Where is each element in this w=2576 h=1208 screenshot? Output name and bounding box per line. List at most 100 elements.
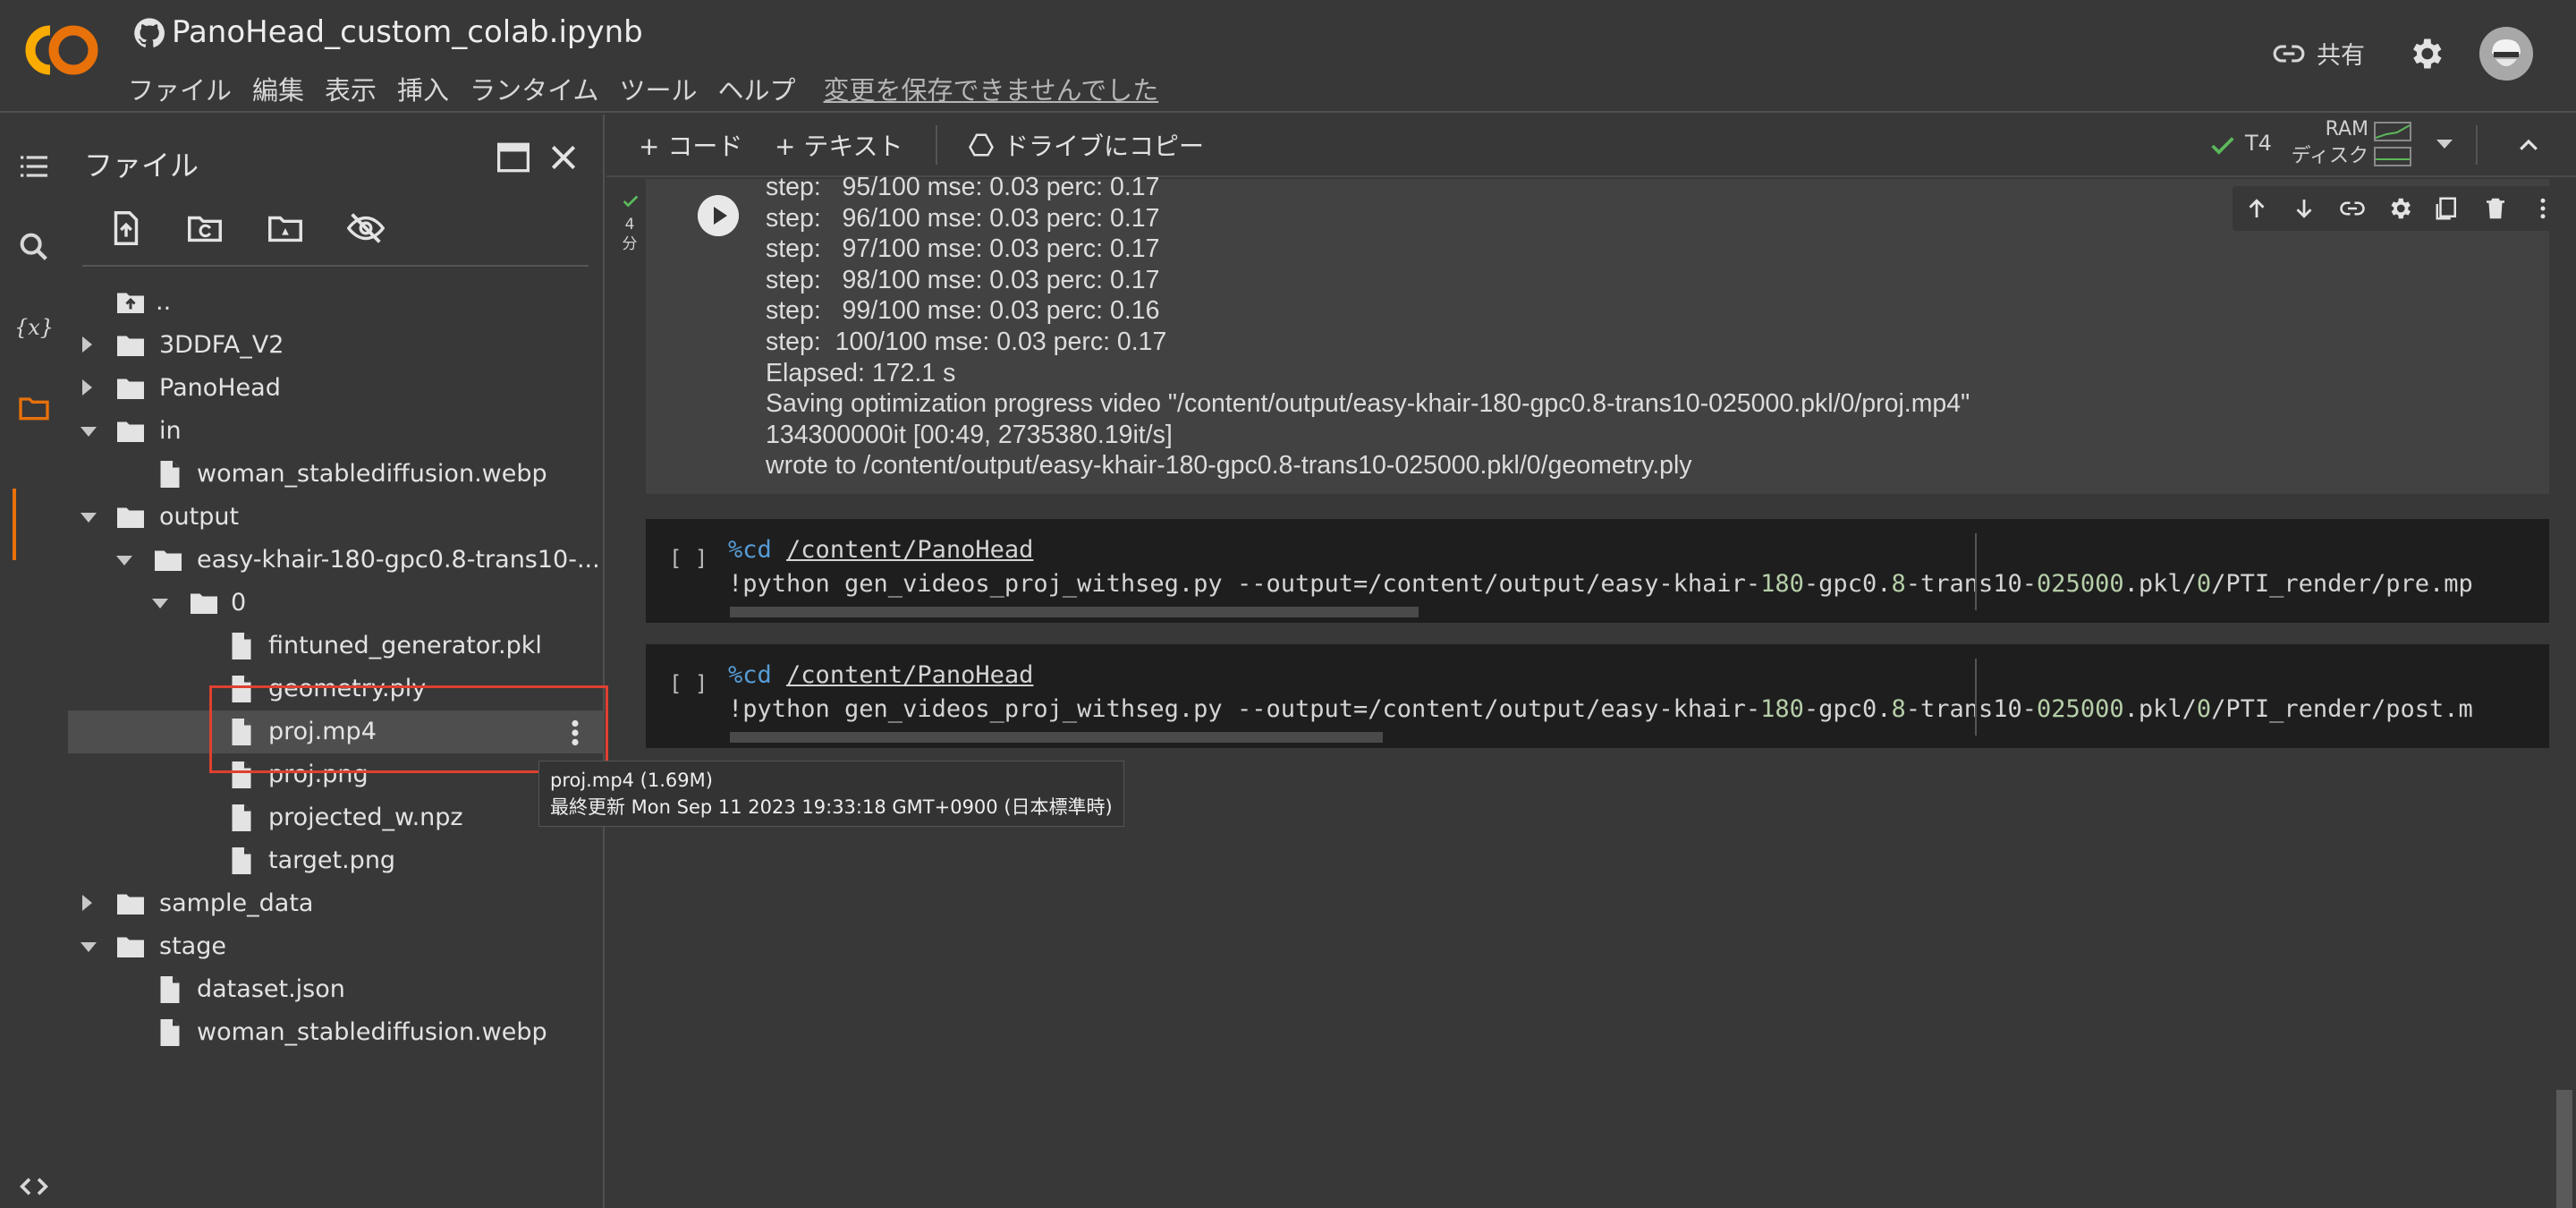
tree-label: .. xyxy=(156,288,172,316)
code-editor[interactable]: %cd /content/PanoHead !python gen_videos… xyxy=(728,659,2473,727)
code-token: 180 xyxy=(1760,695,1804,723)
menu-view[interactable]: 表示 xyxy=(325,70,377,107)
chevron-down-icon[interactable] xyxy=(116,556,132,566)
add-code-button[interactable]: + コード xyxy=(639,127,742,163)
horizontal-scrollbar[interactable] xyxy=(730,607,1419,617)
tree-row-folder[interactable]: in xyxy=(68,410,605,453)
tree-row-folder[interactable]: stage xyxy=(68,925,605,968)
divider xyxy=(2476,125,2478,165)
chevron-down-icon[interactable] xyxy=(80,427,97,437)
tree-row-file[interactable]: dataset.json xyxy=(68,968,605,1011)
tree-row-folder[interactable]: output xyxy=(68,496,605,539)
tree-row-file[interactable]: woman_stablediffusion.webp xyxy=(68,453,605,496)
tree-label: sample_data xyxy=(159,889,314,917)
code-token: %cd xyxy=(728,661,772,689)
run-cell-button[interactable]: [ ] xyxy=(669,671,708,696)
save-status-link[interactable]: 変更を保存できませんでした xyxy=(824,70,1159,107)
tree-row-parent[interactable]: .. xyxy=(68,281,605,324)
code-token: /content/PanoHead xyxy=(786,661,1034,689)
variables-icon[interactable]: {x} xyxy=(16,310,52,345)
horizontal-scrollbar[interactable] xyxy=(730,732,1383,743)
arrow-up-icon[interactable] xyxy=(2243,195,2270,222)
chevron-right-icon[interactable] xyxy=(82,336,92,353)
chevron-down-icon[interactable] xyxy=(2436,140,2453,149)
code-cell[interactable]: [ ] %cd /content/PanoHead !python gen_vi… xyxy=(646,519,2549,623)
run-cell-button[interactable]: [ ] xyxy=(669,546,708,571)
tree-label: output xyxy=(159,503,240,531)
tree-label: easy-khair-180-gpc0.8-trans10-... xyxy=(197,546,600,574)
avatar[interactable] xyxy=(2479,27,2533,81)
refresh-folder-icon[interactable] xyxy=(184,208,225,249)
mirror-cell-icon[interactable] xyxy=(2434,195,2461,222)
search-icon[interactable] xyxy=(16,229,52,265)
colab-logo[interactable] xyxy=(23,23,100,77)
tree-label: 0 xyxy=(231,589,247,617)
gear-icon[interactable] xyxy=(2406,34,2445,73)
menu-tools[interactable]: ツール xyxy=(619,70,697,107)
code-token: !python gen_videos_proj_withseg.py --out… xyxy=(728,570,1761,598)
upload-file-icon[interactable] xyxy=(106,208,147,249)
tree-label: dataset.json xyxy=(197,975,345,1003)
open-in-tab-icon[interactable] xyxy=(496,141,531,174)
notebook-toolbar: + コード + テキスト ドライブにコピー T4 RAM ディスク xyxy=(606,115,2576,177)
code-snippets-icon[interactable] xyxy=(16,1169,52,1204)
chevron-down-icon[interactable] xyxy=(152,599,168,608)
menu-runtime[interactable]: ランタイム xyxy=(470,70,598,107)
folder-icon[interactable] xyxy=(16,390,52,426)
copy-to-drive-button[interactable]: ドライブにコピー xyxy=(968,127,1204,163)
code-token: /PTI_render/pre.mp xyxy=(2211,570,2473,598)
connected-check-icon[interactable] xyxy=(2207,131,2238,161)
resource-labels[interactable]: RAM ディスク xyxy=(2288,116,2368,170)
menu-file[interactable]: ファイル xyxy=(128,70,232,107)
chevron-down-icon[interactable] xyxy=(80,942,97,952)
tree-row-file[interactable]: target.png xyxy=(68,839,605,882)
toc-icon[interactable] xyxy=(16,149,52,184)
chevron-right-icon[interactable] xyxy=(82,379,92,396)
share-button[interactable]: 共有 xyxy=(2272,36,2365,71)
code-cell[interactable]: [ ] %cd /content/PanoHead !python gen_vi… xyxy=(646,644,2549,748)
arrow-down-icon[interactable] xyxy=(2291,195,2318,222)
code-token: -trans10- xyxy=(1905,695,2038,723)
code-token: 8 xyxy=(1891,695,1906,723)
tree-label: stage xyxy=(159,932,226,960)
tree-row-folder[interactable]: 0 xyxy=(68,582,605,625)
gear-icon[interactable] xyxy=(2386,195,2413,222)
header: PanoHead_custom_colab.ipynb ファイル 編集 表示 挿… xyxy=(0,0,2576,113)
add-text-button[interactable]: + テキスト xyxy=(775,127,903,163)
line-ruler xyxy=(1975,533,1977,610)
vertical-scrollbar[interactable] xyxy=(2556,1090,2572,1208)
chevron-right-icon[interactable] xyxy=(82,895,92,911)
menu-help[interactable]: ヘルプ xyxy=(718,70,796,107)
runtime-type[interactable]: T4 xyxy=(2245,131,2272,156)
hide-files-icon[interactable] xyxy=(345,208,386,249)
tree-label: projected_w.npz xyxy=(268,804,463,831)
menu-edit[interactable]: 編集 xyxy=(252,70,304,107)
chevron-down-icon[interactable] xyxy=(80,513,97,523)
play-icon[interactable] xyxy=(698,195,739,236)
folder-icon xyxy=(117,379,144,399)
tree-row-folder[interactable]: sample_data xyxy=(68,882,605,925)
close-icon[interactable] xyxy=(546,140,581,175)
code-token: -gpc0. xyxy=(1803,570,1892,598)
link-icon[interactable] xyxy=(2339,195,2366,222)
more-vert-icon[interactable] xyxy=(2529,195,2556,222)
tree-row-folder[interactable]: easy-khair-180-gpc0.8-trans10-... xyxy=(68,539,605,582)
chevron-up-icon[interactable] xyxy=(2515,132,2542,159)
folder-icon xyxy=(191,593,217,614)
tree-label: fintuned_generator.pkl xyxy=(268,632,542,659)
delete-icon[interactable] xyxy=(2482,195,2509,222)
tree-label: PanoHead xyxy=(159,374,281,402)
tree-row-file[interactable]: woman_stablediffusion.webp xyxy=(68,1011,605,1054)
tree-row-file[interactable]: projected_w.npz xyxy=(68,796,605,839)
menu-insert[interactable]: 挿入 xyxy=(397,70,449,107)
tree-label: 3DDFA_V2 xyxy=(159,331,284,359)
mount-drive-icon[interactable] xyxy=(265,208,306,249)
tree-row-folder[interactable]: PanoHead xyxy=(68,367,605,410)
user-avatar-icon xyxy=(2479,27,2533,81)
tree-row-folder[interactable]: 3DDFA_V2 xyxy=(68,324,605,367)
tree-row-file[interactable]: fintuned_generator.pkl xyxy=(68,625,605,668)
code-token: 0 xyxy=(2196,570,2212,598)
code-editor[interactable]: %cd /content/PanoHead !python gen_videos… xyxy=(728,533,2473,601)
tree-label: target.png xyxy=(268,846,396,874)
notebook-title[interactable]: PanoHead_custom_colab.ipynb xyxy=(172,14,643,50)
